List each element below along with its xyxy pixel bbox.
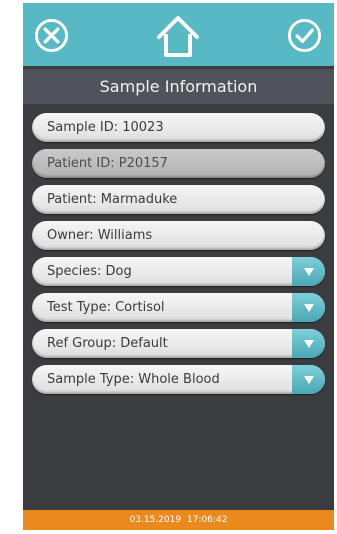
chevron-down-icon[interactable] xyxy=(292,257,325,286)
ref-group-dropdown[interactable]: Ref Group: Default xyxy=(32,329,325,358)
patient-id-label: Patient ID: P20157 xyxy=(47,156,168,171)
species-label: Species: Dog xyxy=(47,264,132,279)
status-time: 17:06:42 xyxy=(187,515,228,525)
patient-id-field: Patient ID: P20157 xyxy=(32,149,325,178)
sample-type-dropdown[interactable]: Sample Type: Whole Blood xyxy=(32,365,325,394)
close-circle-icon[interactable] xyxy=(34,18,69,53)
page-title: Sample Information xyxy=(23,69,334,104)
sample-id-field[interactable]: Sample ID: 10023 xyxy=(32,113,325,142)
home-icon[interactable] xyxy=(155,13,201,59)
owner-label: Owner: Williams xyxy=(47,228,153,243)
sample-type-label: Sample Type: Whole Blood xyxy=(47,372,220,387)
test-type-dropdown[interactable]: Test Type: Cortisol xyxy=(32,293,325,322)
top-toolbar xyxy=(23,3,334,66)
owner-field[interactable]: Owner: Williams xyxy=(32,221,325,250)
patient-name-field[interactable]: Patient: Marmaduke xyxy=(32,185,325,214)
chevron-down-icon[interactable] xyxy=(292,329,325,358)
species-dropdown[interactable]: Species: Dog xyxy=(32,257,325,286)
device-screen: Sample Information Sample ID: 10023 Pati… xyxy=(23,3,334,530)
ref-group-label: Ref Group: Default xyxy=(47,336,168,351)
chevron-down-icon[interactable] xyxy=(292,365,325,394)
test-type-label: Test Type: Cortisol xyxy=(47,300,165,315)
patient-name-label: Patient: Marmaduke xyxy=(47,192,178,207)
status-bar: 03.15.2019 17:06:42 xyxy=(23,510,334,530)
status-date: 03.15.2019 xyxy=(129,515,182,525)
sample-id-label: Sample ID: 10023 xyxy=(47,120,164,135)
checkmark-circle-icon[interactable] xyxy=(287,18,322,53)
chevron-down-icon[interactable] xyxy=(292,293,325,322)
